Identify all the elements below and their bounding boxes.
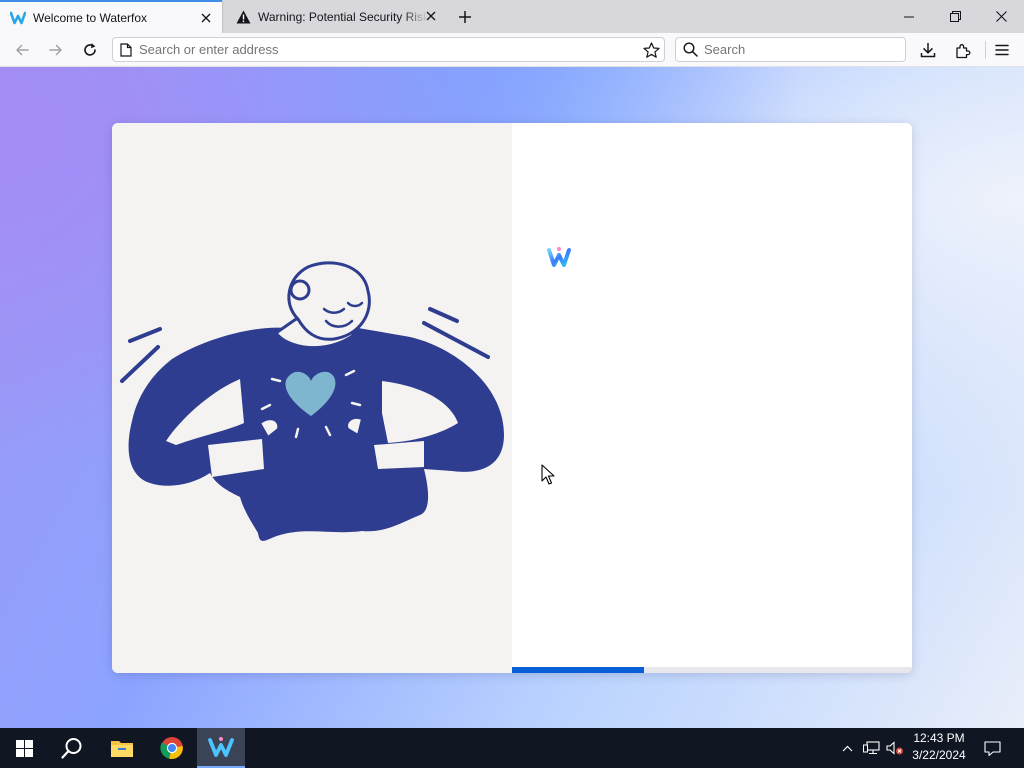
action-center-button[interactable]	[978, 728, 1006, 768]
tab-title: Warning: Potential Security Risk Ahead	[258, 9, 428, 24]
plus-icon	[459, 11, 471, 23]
show-hidden-icons-button[interactable]	[838, 728, 856, 768]
taskbar-file-explorer[interactable]	[98, 728, 146, 768]
tab-security-warning[interactable]: Warning: Potential Security Risk Ahead	[225, 0, 447, 33]
address-bar[interactable]	[112, 37, 665, 62]
tab-strip: Welcome to Waterfox Warning: Potential S…	[0, 0, 1024, 33]
extensions-button[interactable]	[950, 38, 974, 62]
waterfox-icon	[208, 737, 234, 757]
tab-title: Welcome to Waterfox	[33, 10, 148, 25]
clock-date: 3/22/2024	[912, 748, 966, 762]
onboarding-card	[112, 123, 912, 673]
windows-start-icon	[15, 739, 33, 757]
downloads-button[interactable]	[916, 38, 940, 62]
waterfox-logo-icon	[547, 247, 571, 267]
search-icon	[676, 42, 704, 57]
close-icon[interactable]	[198, 10, 214, 26]
page-icon	[113, 42, 139, 57]
search-icon	[61, 738, 82, 759]
onboarding-progress-fill	[512, 667, 644, 673]
reload-button[interactable]	[78, 38, 102, 62]
volume-tray-button[interactable]	[884, 728, 906, 768]
close-window-button[interactable]	[978, 0, 1024, 33]
page-content	[0, 67, 1024, 728]
close-icon[interactable]	[423, 8, 439, 24]
search-bar[interactable]	[675, 37, 906, 62]
network-icon	[862, 741, 880, 755]
puzzle-icon	[955, 43, 970, 58]
file-explorer-icon	[111, 741, 133, 757]
arrow-left-icon	[16, 44, 29, 56]
clock-time: 12:43 PM	[913, 731, 965, 745]
windows-start-button[interactable]	[0, 728, 48, 768]
network-tray-button[interactable]	[860, 728, 882, 768]
hamburger-menu-icon	[995, 44, 1009, 56]
notification-icon	[983, 740, 1001, 756]
onboarding-progress-bar	[512, 667, 912, 673]
back-button[interactable]	[10, 38, 34, 62]
onboarding-illustration-panel	[112, 123, 512, 673]
warning-icon	[235, 9, 251, 25]
volume-muted-icon	[886, 741, 903, 755]
taskbar-clock[interactable]: 12:43 PM 3/22/2024	[905, 730, 973, 766]
new-tab-button[interactable]	[455, 7, 475, 27]
taskbar-chrome[interactable]	[148, 728, 196, 768]
minimize-icon	[904, 16, 914, 17]
waterfox-icon	[10, 10, 26, 26]
close-icon	[995, 11, 1007, 22]
forward-button[interactable]	[44, 38, 68, 62]
toolbar-separator	[985, 41, 986, 59]
download-icon	[920, 42, 936, 58]
navigation-toolbar	[0, 33, 1024, 67]
reload-icon	[84, 43, 96, 56]
address-input[interactable]	[139, 42, 609, 57]
chrome-icon	[160, 737, 183, 759]
onboarding-content-panel	[512, 123, 912, 673]
mouse-cursor-icon	[541, 464, 555, 485]
menu-button[interactable]	[990, 38, 1014, 62]
taskbar-waterfox[interactable]	[197, 728, 245, 768]
minimize-button[interactable]	[886, 0, 932, 33]
restore-icon	[949, 11, 961, 22]
arrow-right-icon	[49, 44, 62, 56]
chevron-up-icon	[842, 745, 852, 751]
bookmark-star-icon[interactable]	[642, 41, 660, 59]
taskbar-search-button[interactable]	[48, 728, 96, 768]
tab-welcome[interactable]: Welcome to Waterfox	[0, 0, 222, 33]
restore-button[interactable]	[932, 0, 978, 33]
heart-person-illustration	[120, 261, 505, 541]
search-input[interactable]	[704, 42, 894, 57]
windows-taskbar: 12:43 PM 3/22/2024	[0, 728, 1024, 768]
